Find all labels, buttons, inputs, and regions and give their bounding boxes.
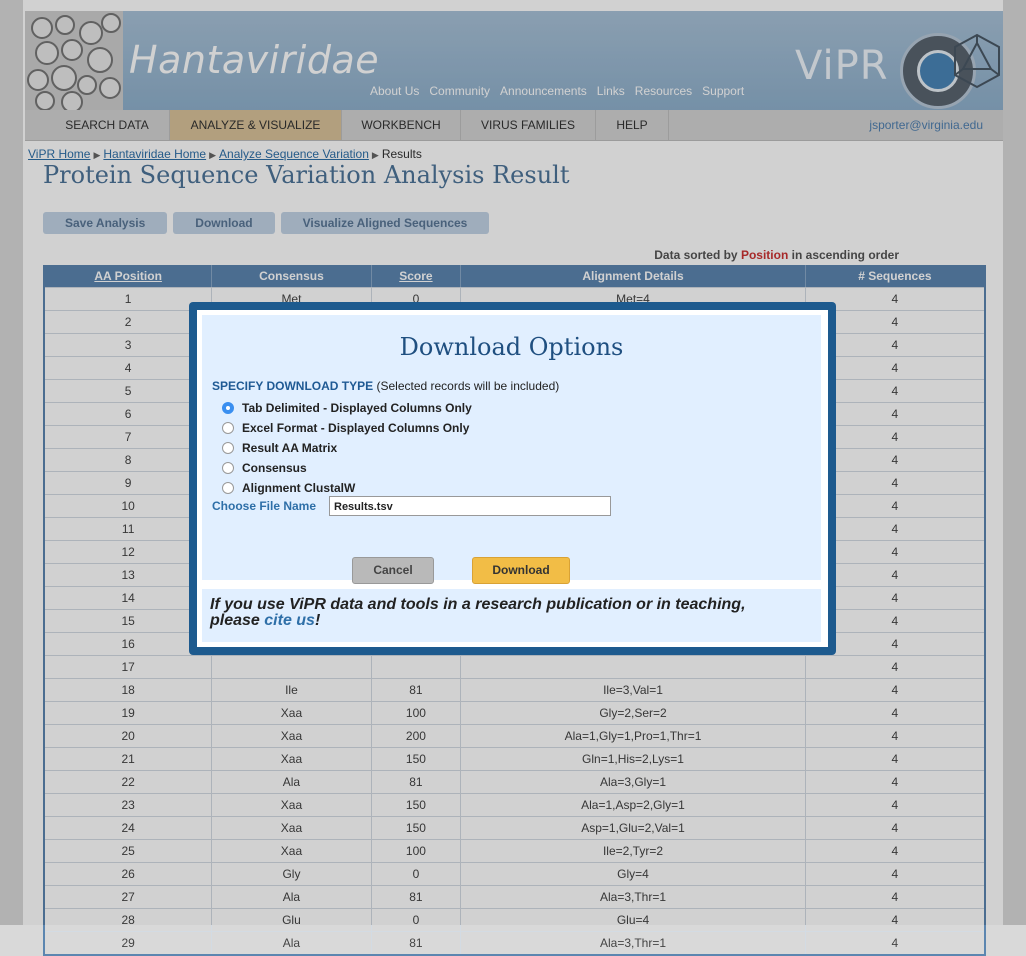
cancel-button[interactable]: Cancel: [352, 557, 434, 584]
cell-score: 81: [372, 932, 462, 954]
dialog-content: Download Options SPECIFY DOWNLOAD TYPE (…: [197, 310, 828, 647]
cell-aa-position: 29: [45, 932, 213, 954]
radio-icon[interactable]: [222, 442, 234, 454]
option-result-aa-matrix[interactable]: Result AA Matrix: [222, 441, 337, 455]
dialog-download-button[interactable]: Download: [472, 557, 570, 584]
radio-icon[interactable]: [222, 482, 234, 494]
citation-text: If you use ViPR data and tools in a rese…: [210, 597, 770, 629]
option-consensus[interactable]: Consensus: [222, 461, 307, 475]
dialog-title: Download Options: [399, 333, 624, 361]
option-excel-format[interactable]: Excel Format - Displayed Columns Only: [222, 421, 469, 435]
cell-consensus: Ala: [212, 932, 372, 954]
citation-notice: If you use ViPR data and tools in a rese…: [202, 589, 821, 642]
radio-icon[interactable]: [222, 402, 234, 414]
option-tab-delimited[interactable]: Tab Delimited - Displayed Columns Only: [222, 401, 472, 415]
option-label: Consensus: [242, 461, 307, 475]
download-type-heading: SPECIFY DOWNLOAD TYPE: [212, 379, 374, 393]
option-label: Tab Delimited - Displayed Columns Only: [242, 401, 472, 415]
option-alignment-clustalw[interactable]: Alignment ClustalW: [222, 481, 355, 495]
citation-text-post: !: [314, 612, 321, 629]
option-label: Alignment ClustalW: [242, 481, 356, 495]
cell-alignment-details: Ala=3,Thr=1: [461, 932, 806, 954]
dialog-body: Download Options SPECIFY DOWNLOAD TYPE (…: [202, 315, 821, 584]
download-options-dialog: Download Options SPECIFY DOWNLOAD TYPE (…: [189, 302, 836, 655]
radio-icon[interactable]: [222, 422, 234, 434]
option-label: Excel Format - Displayed Columns Only: [242, 421, 470, 435]
cell-num-sequences: 4: [891, 936, 899, 950]
download-type-note: (Selected records will be included): [376, 379, 560, 393]
table-row: 29 Ala 81 Ala=3,Thr=1 4: [45, 931, 984, 954]
download-type-label: SPECIFY DOWNLOAD TYPE (Selected records …: [212, 379, 559, 393]
file-name-input[interactable]: Results.tsv: [329, 496, 611, 516]
file-name-label: Choose File Name: [212, 499, 317, 513]
option-label: Result AA Matrix: [242, 441, 338, 455]
radio-icon[interactable]: [222, 462, 234, 474]
cite-us-link[interactable]: cite us: [264, 612, 315, 629]
